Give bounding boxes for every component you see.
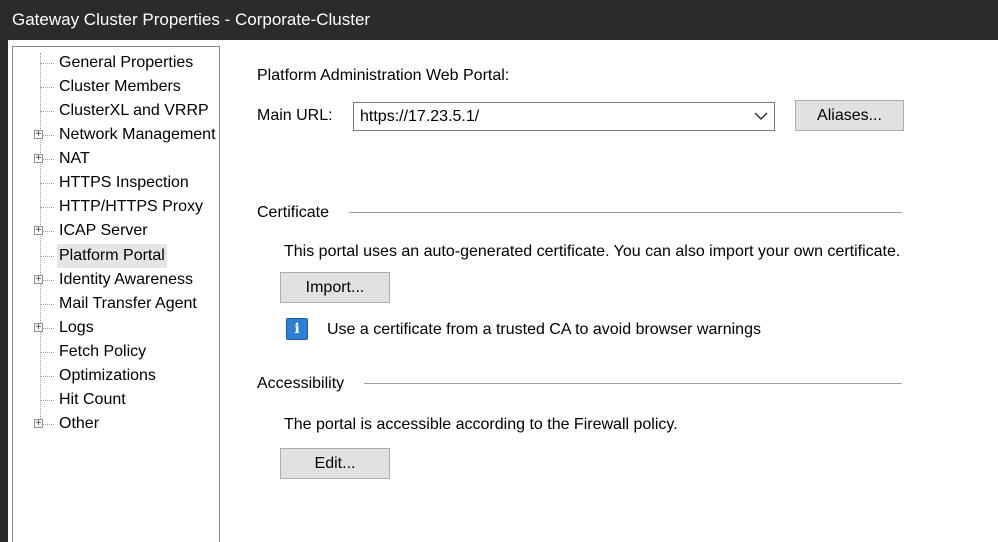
aliases-button[interactable]: Aliases... [795,100,904,131]
tree-connector [40,399,54,401]
tree-connector [40,111,54,113]
import-button[interactable]: Import... [280,272,390,303]
tree-item-network-management[interactable]: + Network Management [13,123,219,147]
expand-plus-icon[interactable]: + [34,419,43,429]
certificate-info-text: Use a certificate from a trusted CA to a… [327,321,761,338]
tree-item-label: Platform Portal [57,243,167,268]
expand-plus-icon[interactable]: + [34,154,43,164]
edit-button[interactable]: Edit... [280,448,390,479]
tree-item-label: Logs [59,318,94,336]
accessibility-group-divider [364,383,902,384]
tree-connector [40,87,54,89]
tree-item-label: HTTPS Inspection [59,174,189,192]
tree-item-general-properties[interactable]: General Properties [13,51,219,75]
tree-item-cluster-members[interactable]: Cluster Members [13,75,219,99]
tree-item-mail-transfer-agent[interactable]: Mail Transfer Agent [13,292,219,316]
tree-item-identity-awareness[interactable]: + Identity Awareness [13,268,219,292]
tree-item-label: Cluster Members [59,78,181,96]
portal-heading: Platform Administration Web Portal: [257,67,510,84]
info-icon: i [286,318,308,340]
tree-connector [40,255,54,257]
tree-item-clusterxl-and-vrrp[interactable]: ClusterXL and VRRP [13,99,219,123]
tree-item-label: General Properties [59,54,194,71]
tree-item-label: Hit Count [59,390,126,408]
expand-plus-icon[interactable]: + [34,226,43,236]
tree-item-icap-server[interactable]: + ICAP Server [13,219,219,243]
tree-connector [40,207,54,209]
tree-item-label: Fetch Policy [59,342,147,360]
window-title: Gateway Cluster Properties - Corporate-C… [0,0,998,40]
tree-item-label: NAT [59,150,90,168]
tree-item-label: Network Management [59,126,216,144]
chevron-down-icon[interactable] [754,111,768,121]
tree-item-platform-portal[interactable]: Platform Portal [13,243,219,268]
tree-connector [40,183,54,185]
tree-item-label: Mail Transfer Agent [59,294,197,312]
expand-plus-icon[interactable]: + [34,322,43,332]
tree-connector [40,63,54,64]
tree-item-label: HTTP/HTTPS Proxy [59,198,204,216]
main-url-label: Main URL: [257,107,333,124]
tree-item-logs[interactable]: + Logs [13,316,219,340]
main-url-combobox[interactable]: https://17.23.5.1/ [353,102,775,131]
tree-item-optimizations[interactable]: Optimizations [13,364,219,388]
tree-item-label: ICAP Server [59,222,148,240]
tree-item-label: Optimizations [59,366,156,384]
tree-connector [40,375,54,377]
tree-connector [40,303,54,305]
expand-plus-icon[interactable]: + [34,130,43,140]
tree-item-https-inspection[interactable]: HTTPS Inspection [13,171,219,195]
tree-item-hit-count[interactable]: Hit Count [13,388,219,412]
tree-item-label: Identity Awareness [59,270,194,288]
certificate-group-divider [349,212,902,213]
tree-item-label: Other [59,415,100,433]
window-left-border [0,40,8,542]
accessibility-description: The portal is accessible according to th… [284,416,678,433]
certificate-group-label: Certificate [257,204,330,221]
tree-item-http-https-proxy[interactable]: HTTP/HTTPS Proxy [13,195,219,219]
tree-item-fetch-policy[interactable]: Fetch Policy [13,340,219,364]
navigation-tree[interactable]: General Properties Cluster Members Cluster… [12,46,220,542]
accessibility-group-label: Accessibility [257,375,345,392]
tree-item-label: ClusterXL and VRRP [59,102,209,120]
expand-plus-icon[interactable]: + [34,274,43,284]
tree-connector [40,351,54,353]
tree-item-other[interactable]: + Other [13,412,219,436]
main-url-value[interactable]: https://17.23.5.1/ [360,103,479,130]
certificate-description: This portal uses an auto-generated certi… [284,243,901,260]
tree-item-nat[interactable]: + NAT [13,147,219,171]
